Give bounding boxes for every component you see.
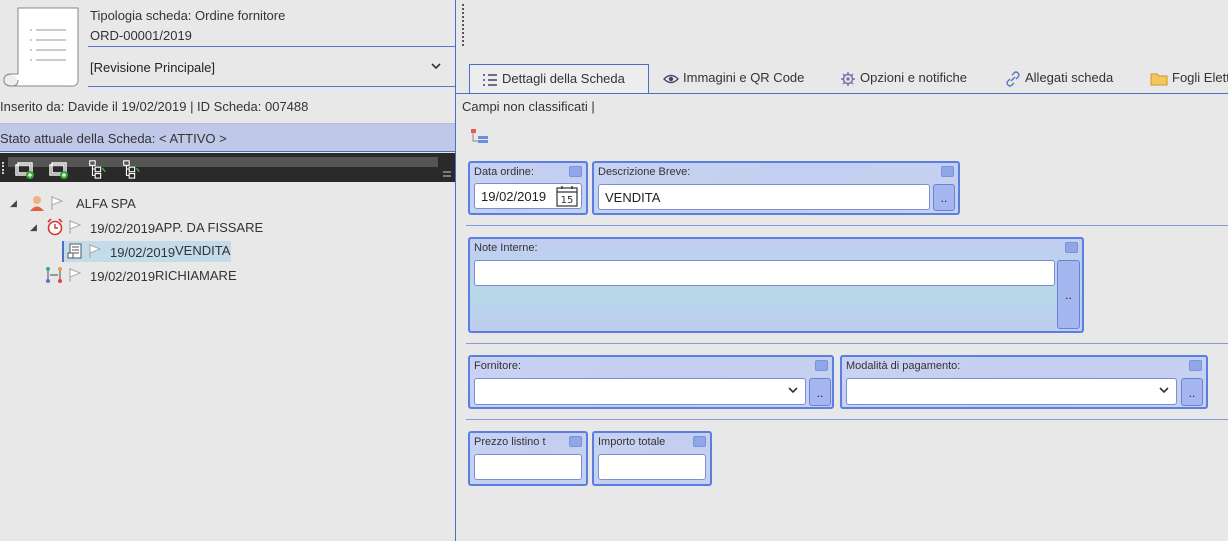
fornitore-lookup-button[interactable]: .. bbox=[809, 378, 831, 406]
document-list-icon bbox=[67, 243, 82, 259]
list-icon bbox=[483, 73, 497, 86]
tree-item-label: ALFA SPA bbox=[76, 196, 136, 211]
card-code: ORD-00001/2019 bbox=[90, 28, 192, 43]
tab-bar-line bbox=[456, 93, 1228, 94]
modalita-pagamento-select[interactable] bbox=[846, 378, 1177, 405]
modalita-pagamento-lookup-button[interactable]: .. bbox=[1181, 378, 1203, 406]
tab-fogli-elettronici[interactable]: Fogli Elett bbox=[1150, 64, 1228, 94]
section-divider bbox=[466, 343, 1228, 344]
header-divider bbox=[88, 46, 455, 47]
flag-icon bbox=[69, 268, 82, 282]
tab-label: Opzioni e notifiche bbox=[860, 70, 967, 85]
field-label: Modalità di pagamento: bbox=[846, 360, 961, 372]
field-option-icon[interactable] bbox=[1189, 360, 1202, 371]
pane-divider[interactable] bbox=[455, 0, 456, 541]
tree-item-date: 19/02/2019 bbox=[90, 221, 156, 236]
field-option-icon[interactable] bbox=[941, 166, 954, 177]
alarm-clock-icon bbox=[47, 218, 63, 236]
drag-handle[interactable] bbox=[462, 4, 464, 46]
gear-icon bbox=[841, 71, 855, 86]
note-interne-input[interactable] bbox=[474, 260, 1055, 286]
descrizione-breve-input[interactable] bbox=[598, 184, 930, 210]
tab-allegati-scheda[interactable]: Allegati scheda bbox=[1005, 64, 1135, 94]
status-bar: Stato attuale della Scheda: < ATTIVO > bbox=[0, 123, 455, 152]
header-divider bbox=[88, 86, 455, 87]
field-label: Prezzo listino t bbox=[474, 436, 546, 448]
field-label: Descrizione Breve: bbox=[598, 166, 691, 178]
add-card-icon[interactable] bbox=[14, 161, 36, 181]
revision-select[interactable]: [Revisione Principale] bbox=[88, 54, 454, 82]
eye-icon bbox=[663, 74, 679, 83]
document-icon bbox=[3, 7, 79, 87]
expand-tree-icon[interactable] bbox=[86, 159, 108, 179]
field-data-ordine: Data ordine: 15 bbox=[468, 161, 588, 215]
field-option-icon[interactable] bbox=[693, 436, 706, 447]
field-fornitore: Fornitore: .. bbox=[468, 355, 834, 409]
field-label: Note Interne: bbox=[474, 242, 538, 254]
chevron-down-icon bbox=[431, 63, 441, 70]
field-option-icon[interactable] bbox=[1065, 242, 1078, 253]
field-option-icon[interactable] bbox=[815, 360, 828, 371]
tree-item-alfa-spa[interactable]: ◢ ALFA SPA bbox=[10, 194, 210, 214]
section-divider bbox=[466, 419, 1228, 420]
tree-item-richiamare[interactable]: 19/02/2019 RICHIAMARE bbox=[44, 266, 264, 286]
tree-item-label: VENDITA bbox=[175, 243, 231, 258]
add-subcard-icon[interactable] bbox=[48, 161, 70, 181]
field-option-icon[interactable] bbox=[569, 166, 582, 177]
tab-label: Immagini e QR Code bbox=[683, 70, 805, 85]
person-icon bbox=[30, 196, 44, 211]
flag-icon bbox=[69, 220, 82, 234]
field-note-interne: Note Interne: .. bbox=[468, 237, 1084, 333]
tree-item-app-da-fissare[interactable]: ◢ 19/02/2019 APP. DA FISSARE bbox=[30, 218, 270, 238]
tree-expand-icon[interactable]: ◢ bbox=[10, 198, 17, 209]
toolbar-scrollbar[interactable] bbox=[8, 157, 438, 167]
tree-item-date: 19/02/2019 bbox=[90, 269, 156, 284]
workflow-icon bbox=[46, 267, 62, 283]
field-option-icon[interactable] bbox=[569, 436, 582, 447]
tree-toolbar bbox=[0, 153, 455, 182]
tab-label: Dettagli della Scheda bbox=[502, 71, 625, 86]
fornitore-select[interactable] bbox=[474, 378, 806, 405]
tab-immagini-qr[interactable]: Immagini e QR Code bbox=[663, 64, 823, 94]
calendar-icon[interactable]: 15 bbox=[556, 185, 578, 207]
tree-item-vendita[interactable]: 19/02/2019 VENDITA bbox=[62, 241, 231, 262]
reorder-fields-icon[interactable] bbox=[470, 128, 490, 146]
tree-item-date: 19/02/2019 bbox=[110, 245, 176, 260]
calendar-day: 15 bbox=[561, 195, 574, 206]
flag-icon bbox=[51, 196, 64, 210]
tab-label: Allegati scheda bbox=[1025, 70, 1114, 85]
card-type: Tipologia scheda: Ordine fornitore bbox=[90, 8, 286, 23]
toolbar-grip bbox=[2, 162, 4, 174]
tree-item-label: APP. DA FISSARE bbox=[155, 220, 264, 235]
flag-icon bbox=[89, 244, 102, 258]
tree-item-label: RICHIAMARE bbox=[155, 268, 237, 283]
inserted-info: Inserito da: Davide il 19/02/2019 | ID S… bbox=[0, 99, 309, 114]
importo-totale-input[interactable] bbox=[598, 454, 706, 480]
collapse-tree-icon[interactable] bbox=[120, 159, 142, 179]
note-interne-expand-button[interactable]: .. bbox=[1057, 260, 1080, 329]
status-text: Stato attuale della Scheda: < ATTIVO > bbox=[0, 131, 227, 146]
field-label: Fornitore: bbox=[474, 360, 522, 372]
field-label: Data ordine: bbox=[474, 166, 534, 178]
field-importo-totale: Importo totale bbox=[592, 431, 712, 486]
tab-opzioni-notifiche[interactable]: Opzioni e notifiche bbox=[840, 64, 990, 94]
field-label: Importo totale bbox=[598, 436, 666, 448]
tree-expand-icon[interactable]: ◢ bbox=[30, 222, 37, 233]
link-icon bbox=[1006, 70, 1020, 87]
folder-icon bbox=[1150, 73, 1168, 86]
field-prezzo-listino: Prezzo listino t bbox=[468, 431, 588, 486]
field-descrizione-breve: Descrizione Breve: .. bbox=[592, 161, 960, 215]
revision-select-label: [Revisione Principale] bbox=[90, 60, 216, 75]
prezzo-listino-input[interactable] bbox=[474, 454, 582, 480]
tab-dettagli-scheda[interactable]: Dettagli della Scheda bbox=[469, 64, 649, 94]
section-divider bbox=[466, 225, 1228, 226]
tab-label: Fogli Elett bbox=[1172, 70, 1228, 85]
left-panel: Tipologia scheda: Ordine fornitore ORD-0… bbox=[0, 0, 456, 541]
field-modalita-pagamento: Modalità di pagamento: .. bbox=[840, 355, 1208, 409]
chevron-down-icon bbox=[788, 387, 798, 394]
toolbar-overflow-icon[interactable] bbox=[443, 171, 451, 177]
breadcrumb: Campi non classificati | bbox=[462, 99, 595, 114]
chevron-down-icon bbox=[1159, 387, 1169, 394]
descrizione-lookup-button[interactable]: .. bbox=[933, 184, 955, 211]
